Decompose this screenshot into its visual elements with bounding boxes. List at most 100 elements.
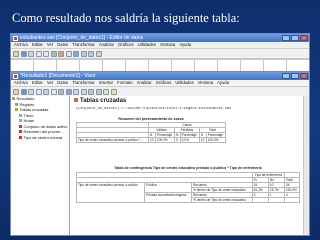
- outline-node-tipo-centro[interactable]: Tipo de centro educat: [11, 135, 69, 141]
- table-icon: [19, 124, 22, 128]
- viewer-undo-icon[interactable]: [50, 88, 57, 95]
- chart-icon[interactable]: [73, 50, 79, 57]
- summary-cell: 10: [148, 137, 156, 143]
- table-icon: [19, 130, 22, 134]
- viewer-menu-ventana[interactable]: Ventana: [198, 80, 213, 86]
- viewer-menu-formato[interactable]: Formato: [117, 80, 133, 86]
- viewer-menu-ayuda[interactable]: Ayuda: [217, 80, 229, 86]
- crosstab-stat-label: % dentro de Tipo de centro educativo: [191, 187, 253, 193]
- menu-transformar[interactable]: Transformar: [72, 42, 95, 48]
- folder-icon: [12, 97, 15, 101]
- summary-subcol: Porcentaje: [205, 132, 227, 138]
- viewer-close-button[interactable]: ×: [300, 73, 308, 79]
- redo-icon[interactable]: [43, 50, 49, 57]
- close-button[interactable]: ×: [300, 35, 308, 41]
- viewer-app-icon: [13, 73, 18, 79]
- content-vertical-scrollbar[interactable]: [303, 96, 309, 235]
- summary-caption: Resumen del procesamiento de casos: [118, 117, 184, 121]
- viewer-minimize-button[interactable]: –: [282, 73, 290, 79]
- data-editor-toolbar: [11, 49, 309, 59]
- viewer-body: Resultado Registro Tablas cruzadas Títul…: [11, 96, 309, 235]
- viewer-promote-icon[interactable]: [73, 88, 79, 95]
- output-outline-pane: Resultado Registro Tablas cruzadas Títul…: [11, 96, 70, 235]
- viewer-print-icon[interactable]: [28, 88, 34, 95]
- summary-table[interactable]: Casos Válidos Perdidos Total N Porcentaj…: [75, 122, 227, 143]
- crosstab-col-group: Tipo de enfermería: [251, 172, 285, 178]
- crosstab-sub-label: Pública: [144, 182, 193, 193]
- print-icon[interactable]: [28, 50, 34, 57]
- summary-cell: 100,0%: [205, 137, 227, 143]
- notes-icon: [19, 119, 22, 123]
- crosstab-caption: Tabla de contingencia Tipo de centro edu…: [114, 166, 262, 170]
- crosstab-table[interactable]: Tipo de enfermería Sí No Total Tipo de c…: [75, 172, 301, 203]
- open-icon[interactable]: [13, 50, 19, 57]
- viewer-open-icon[interactable]: [13, 88, 19, 95]
- viewer-hide-icon[interactable]: [110, 88, 117, 95]
- summary-row-label: Tipo de centro educativo privado o publi…: [75, 137, 150, 143]
- viewer-collapse-icon[interactable]: [95, 88, 102, 95]
- undo-icon[interactable]: [35, 50, 42, 57]
- viewer-titlebar[interactable]: *Resultado1 [Documento1] - Visor – □ ×: [11, 72, 309, 80]
- summary-subcol: Porcentaje: [179, 132, 200, 138]
- split-file-icon[interactable]: [80, 50, 87, 57]
- viewer-menu-ver[interactable]: Ver: [47, 80, 53, 86]
- menu-datos[interactable]: Datos: [57, 42, 68, 48]
- menu-analizar[interactable]: Analizar: [99, 42, 114, 48]
- crosstab-cell: [283, 197, 301, 203]
- viewer-export-icon[interactable]: [43, 88, 49, 95]
- viewer-menu-archivo[interactable]: Archivo: [14, 80, 28, 86]
- output-content-pane: Tablas cruzadas [Conjunto_de_datos1] C:\…: [70, 96, 309, 235]
- crosstab-sub-label: Privada concertada religiosa: [144, 192, 193, 203]
- menu-utilidades[interactable]: Utilidades: [138, 42, 156, 48]
- crosstab-stat-label: % dentro de Tipo de centro educativo: [191, 197, 253, 203]
- viewer-title: *Resultado1 [Documento1] - Visor: [20, 73, 96, 79]
- data-editor-menubar: Archivo Editar Ver Datos Transformar Ana…: [11, 42, 309, 49]
- variables-icon[interactable]: [58, 50, 64, 57]
- menu-ver[interactable]: Ver: [47, 42, 53, 48]
- menu-archivo[interactable]: Archivo: [14, 42, 28, 48]
- menu-ventana[interactable]: Ventana: [160, 42, 175, 48]
- viewer-menu-insertar[interactable]: Insertar: [99, 80, 113, 86]
- output-viewer-window[interactable]: *Resultado1 [Documento1] - Visor – □ × A…: [10, 71, 310, 236]
- viewer-demote-icon[interactable]: [80, 88, 87, 95]
- viewer-menu-utilidades[interactable]: Utilidades: [175, 80, 193, 86]
- expand-icon[interactable]: [74, 98, 78, 103]
- menu-graficos[interactable]: Gráficos: [118, 42, 134, 48]
- data-editor-title: estudiantes.sav [Conjunto_de_datos1] - E…: [20, 35, 144, 41]
- dataset-syntax-line: [Conjunto_de_datos1] C:\DOCUME~1\practic…: [76, 107, 232, 111]
- viewer-maximize-button[interactable]: □: [291, 73, 299, 79]
- crosstab-row-label: Tipo de centro educativo privado o publi…: [75, 182, 146, 203]
- viewer-menu-editar[interactable]: Editar: [32, 80, 43, 86]
- content-heading: Tablas cruzadas: [74, 98, 126, 104]
- crosstab-cell: [251, 197, 269, 203]
- viewer-save-icon[interactable]: [20, 88, 27, 95]
- log-icon: [15, 102, 18, 106]
- viewer-show-icon[interactable]: [103, 88, 109, 95]
- summary-cell: 100,0%: [154, 137, 176, 143]
- viewer-menu-transformar[interactable]: Transformar: [72, 80, 95, 86]
- viewer-menu-graficos[interactable]: Gráficos: [156, 80, 172, 86]
- goto-case-icon[interactable]: [50, 50, 57, 57]
- summary-cell: 10: [198, 137, 207, 143]
- spss-app-icon: [13, 35, 18, 41]
- menu-ayuda[interactable]: Ayuda: [179, 42, 191, 48]
- menu-editar[interactable]: Editar: [32, 42, 43, 48]
- viewer-goto-data-icon[interactable]: [58, 88, 64, 95]
- viewer-chart-icon[interactable]: [65, 88, 72, 95]
- weight-icon[interactable]: [88, 50, 94, 57]
- slide-title: Como resultado nos saldría la siguiente …: [12, 11, 240, 25]
- folder-icon: [15, 108, 18, 112]
- data-editor-titlebar[interactable]: estudiantes.sav [Conjunto_de_datos1] - E…: [11, 34, 309, 42]
- crosstab-cell: [267, 197, 285, 203]
- save-icon[interactable]: [20, 50, 27, 57]
- viewer-menubar: Archivo Editar Ver Datos Transformar Ins…: [11, 80, 309, 87]
- table-icon: [19, 135, 22, 139]
- viewer-preview-icon[interactable]: [35, 88, 42, 95]
- viewer-menu-datos[interactable]: Datos: [57, 80, 68, 86]
- maximize-button[interactable]: □: [291, 35, 299, 41]
- viewer-expand-icon[interactable]: [88, 88, 94, 95]
- find-icon[interactable]: [65, 50, 72, 57]
- viewer-menu-analizar[interactable]: Analizar: [137, 80, 152, 86]
- select-cases-icon[interactable]: [95, 50, 102, 57]
- minimize-button[interactable]: –: [282, 35, 290, 41]
